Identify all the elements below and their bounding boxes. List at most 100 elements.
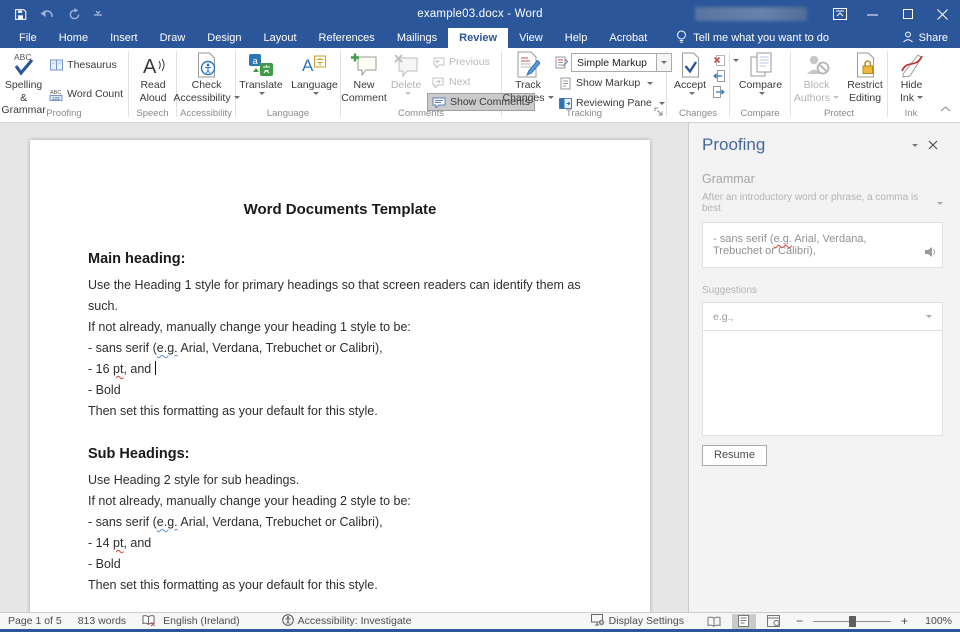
combo-value: Simple Markup — [577, 57, 647, 69]
paragraph: Then set this formatting as your default… — [88, 401, 592, 422]
group-label: Protect — [791, 107, 887, 122]
tab-design[interactable]: Design — [196, 28, 252, 48]
display-settings-button[interactable]: Display Settings — [591, 614, 684, 629]
maximize-button[interactable] — [890, 0, 925, 28]
undo-icon[interactable] — [40, 8, 55, 20]
language-indicator[interactable]: English (Ireland) — [163, 615, 239, 627]
zoom-slider[interactable] — [813, 621, 891, 622]
restrict-editing-button[interactable]: Restrict Editing — [844, 50, 886, 104]
delete-comment-button[interactable]: Delete — [385, 50, 427, 95]
customize-qat-icon[interactable] — [94, 11, 102, 17]
translate-button[interactable]: a Translate — [238, 50, 284, 95]
dropdown-caret-icon — [313, 92, 319, 95]
speaker-icon[interactable] — [924, 246, 937, 261]
dialog-launcher-icon[interactable] — [654, 103, 663, 121]
read-aloud-button[interactable]: A Read Aloud — [132, 50, 174, 104]
dropdown-caret-icon — [917, 96, 923, 99]
word-count-button[interactable]: ABC123 Word Count — [45, 85, 127, 103]
tab-home[interactable]: Home — [48, 28, 99, 48]
ribbon: ABC Spelling & Grammar Thesaurus ABC123 … — [0, 48, 960, 123]
button-label: New — [353, 79, 374, 92]
text-segment: - Bold — [88, 383, 121, 397]
text-segment: - 14 — [88, 536, 113, 550]
thesaurus-button[interactable]: Thesaurus — [45, 56, 127, 74]
tab-help[interactable]: Help — [554, 28, 599, 48]
save-icon[interactable] — [14, 8, 27, 21]
show-markup-icon — [558, 77, 572, 90]
previous-change-icon — [712, 70, 726, 82]
grammar-sentence-card[interactable]: - sans serif (e.g. Arial, Verdana, Trebu… — [702, 222, 943, 268]
document-page[interactable]: Word Documents TemplateMain heading:Use … — [30, 140, 650, 612]
group-label: Compare — [730, 107, 790, 122]
proofing-status-icon[interactable] — [142, 615, 156, 627]
zoom-slider-thumb[interactable] — [849, 616, 856, 627]
resume-button[interactable]: Resume — [702, 445, 767, 466]
zoom-in-button[interactable]: + — [901, 614, 908, 628]
text-segment: , and — [123, 362, 154, 376]
dropdown-caret-icon — [833, 96, 839, 99]
compare-button[interactable]: Compare — [736, 50, 785, 95]
group-label: Ink — [888, 107, 934, 122]
web-layout-button[interactable] — [762, 614, 786, 629]
read-mode-button[interactable] — [702, 614, 726, 629]
track-changes-button[interactable]: Track Changes — [504, 50, 552, 104]
tab-mailings[interactable]: Mailings — [386, 28, 448, 48]
pane-description-row[interactable]: After an introductory word or phrase, a … — [702, 192, 943, 214]
collapse-ribbon-icon[interactable] — [940, 99, 951, 117]
button-label: Next — [449, 76, 471, 88]
tab-draw[interactable]: Draw — [149, 28, 197, 48]
check-accessibility-icon — [196, 51, 217, 79]
accessibility-status[interactable]: Accessibility: Investigate — [282, 614, 412, 629]
ribbon-group-compare: Compare Compare — [730, 48, 790, 122]
display-settings-label: Display Settings — [609, 615, 684, 627]
print-layout-button[interactable] — [732, 614, 756, 629]
group-content: Hide Ink — [888, 48, 934, 107]
ribbon-tab-row: FileHomeInsertDrawDesignLayoutReferences… — [0, 28, 960, 48]
pane-options-chevron-icon[interactable] — [903, 144, 923, 147]
tab-layout[interactable]: Layout — [253, 28, 308, 48]
tab-file[interactable]: File — [8, 28, 48, 48]
button-label: Thesaurus — [67, 59, 117, 71]
zoom-out-button[interactable]: − — [796, 614, 803, 628]
redo-icon[interactable] — [68, 8, 81, 21]
show-markup-button[interactable]: Show Markup — [554, 74, 672, 92]
suggestions-list[interactable] — [702, 331, 943, 436]
svg-text:A: A — [302, 56, 314, 75]
pane-close-icon[interactable] — [923, 140, 943, 150]
page-indicator[interactable]: Page 1 of 5 — [8, 615, 62, 627]
zoom-level[interactable]: 100% — [918, 615, 952, 627]
tab-insert[interactable]: Insert — [99, 28, 149, 48]
display-for-review-combo[interactable]: Simple Markup — [571, 53, 672, 72]
tab-view[interactable]: View — [508, 28, 554, 48]
pane-header: Proofing — [702, 133, 943, 157]
svg-text:123: 123 — [52, 96, 60, 101]
paragraph: Use Heading 2 style for sub headings. — [88, 470, 592, 491]
tell-me-box[interactable]: Tell me what you want to do — [676, 28, 829, 48]
svg-text:ABC: ABC — [14, 52, 31, 62]
tab-references[interactable]: References — [308, 28, 386, 48]
accept-button[interactable]: Accept — [669, 50, 711, 95]
suggestion-dropdown[interactable]: e.g., — [702, 302, 943, 331]
hide-ink-button[interactable]: Hide Ink — [891, 50, 933, 104]
share-button[interactable]: Share — [902, 28, 948, 48]
window-title: example03.docx - Word — [0, 8, 960, 20]
check-accessibility-button[interactable]: Check Accessibility — [179, 50, 234, 104]
block-authors-button[interactable]: Block Authors — [793, 50, 840, 104]
button-label: Accessibility — [173, 92, 230, 105]
dropdown-caret-icon — [259, 92, 265, 95]
close-button[interactable] — [925, 0, 960, 28]
paragraph: Use the Heading 1 style for primary head… — [88, 275, 592, 317]
svg-text:a: a — [252, 56, 258, 67]
next-comment-icon — [431, 77, 445, 88]
account-blur — [695, 7, 807, 21]
tab-acrobat[interactable]: Acrobat — [598, 28, 658, 48]
accept-icon — [680, 51, 701, 79]
word-count-indicator[interactable]: 813 words — [78, 615, 126, 627]
group-content: Accept — [667, 48, 729, 107]
tab-review[interactable]: Review — [448, 28, 508, 48]
new-comment-button[interactable]: New Comment — [343, 50, 385, 104]
dropdown-caret-icon — [647, 82, 653, 85]
language-button[interactable]: A Language — [290, 50, 339, 95]
minimize-button[interactable] — [855, 0, 890, 28]
ribbon-display-options-icon[interactable] — [825, 0, 855, 28]
